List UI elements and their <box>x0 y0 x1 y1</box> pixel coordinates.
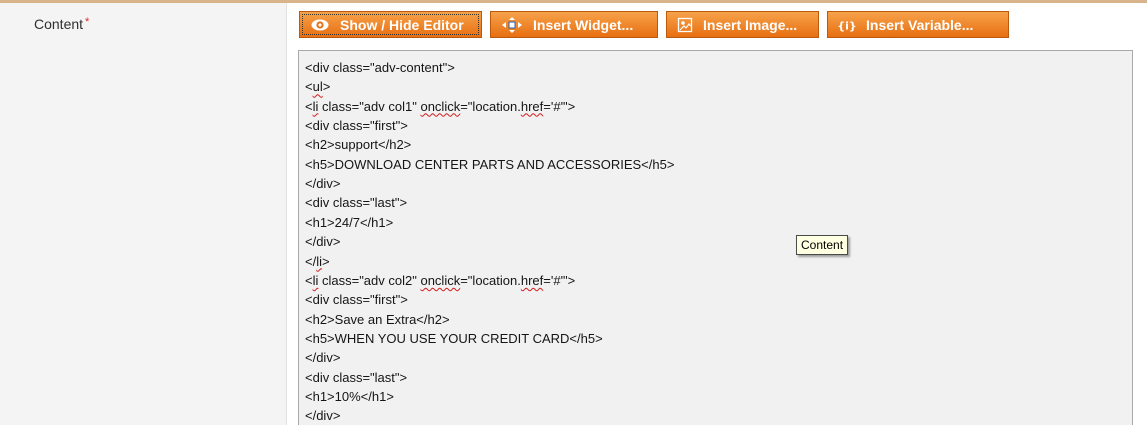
code-text: <div class="first"> <box>305 292 408 308</box>
code-text: <div class="first"> <box>305 118 408 134</box>
misspelled-word: onclick <box>420 272 461 288</box>
code-line: <div class="first"> <box>305 118 408 134</box>
content-field-row: Content * Show / Hide Editor Insert Widg… <box>0 0 1147 425</box>
code-line: <h5>WHEN YOU USE YOUR CREDIT CARD</h5> <box>305 331 603 347</box>
code-line: <h2>Save an Extra</h2> <box>305 312 450 328</box>
insert-widget-button[interactable]: Insert Widget... <box>490 11 658 38</box>
code-text: > <box>322 253 330 269</box>
insert-variable-button[interactable]: {i} Insert Variable... <box>827 11 1009 38</box>
code-line: <li class="adv col2" onclick="location.h… <box>305 273 575 289</box>
editor-toolbar: Show / Hide Editor Insert Widget... Inse… <box>299 11 1009 38</box>
image-icon <box>677 17 693 33</box>
code-line: <div class="last"> <box>305 370 407 386</box>
code-text: <h5>DOWNLOAD CENTER PARTS AND ACCESSORIE… <box>305 156 675 172</box>
code-line: </div> <box>305 176 340 192</box>
code-line: </div> <box>305 234 340 250</box>
code-text: ="location. <box>460 272 521 288</box>
show-hide-editor-label: Show / Hide Editor <box>340 16 464 33</box>
misspelled-word: onclick <box>420 98 461 114</box>
code-text: <div class="last"> <box>305 195 408 211</box>
insert-image-label: Insert Image... <box>703 16 798 33</box>
code-text: > <box>322 79 331 95</box>
code-text: <div class="last"> <box>305 369 408 385</box>
code-line: </div> <box>305 408 340 424</box>
code-text: </div> <box>305 176 341 192</box>
misspelled-word: ul <box>312 79 323 95</box>
code-line: <h1>10%</h1> <box>305 389 394 405</box>
svg-text:{i}: {i} <box>838 19 856 32</box>
code-text: < <box>305 272 313 288</box>
content-field-label: Content * <box>34 16 89 32</box>
widget-move-icon <box>501 16 523 33</box>
insert-image-button[interactable]: Insert Image... <box>666 11 819 38</box>
insert-variable-label: Insert Variable... <box>866 16 974 33</box>
code-text: ="location. <box>460 98 521 114</box>
code-line: <ul> <box>305 79 330 95</box>
code-text: < <box>305 79 313 95</box>
code-text: </div> <box>305 408 341 424</box>
variable-icon: {i} <box>838 17 856 33</box>
code-text: <div class="adv-content"> <box>305 60 455 75</box>
eye-icon <box>310 18 330 32</box>
code-line: <div class="first"> <box>305 292 408 308</box>
code-line: <div class="last"> <box>305 195 407 211</box>
code-text: </div> <box>305 234 341 250</box>
code-text: <h2>Save an Extra</h2> <box>305 311 450 327</box>
code-line: </li> <box>305 254 330 270</box>
code-text: <h1>24/7</h1> <box>305 214 394 230</box>
content-label-text: Content <box>34 16 84 32</box>
insert-widget-label: Insert Widget... <box>533 16 634 33</box>
code-text: </div> <box>305 350 341 366</box>
show-hide-editor-button[interactable]: Show / Hide Editor <box>299 11 482 38</box>
code-line: <h5>DOWNLOAD CENTER PARTS AND ACCESSORIE… <box>305 157 674 173</box>
code-text: <h1>10%</h1> <box>305 388 394 404</box>
field-label-cell: Content * <box>0 3 287 425</box>
misspelled-word: href <box>520 272 544 288</box>
code-text: <h2>support</h2> <box>305 137 412 153</box>
code-line: <li class="adv col1" onclick="location.h… <box>305 99 575 115</box>
code-text: class="adv col2" <box>318 272 421 288</box>
code-line: <div class="adv-content"> <box>305 60 455 76</box>
code-line: </div> <box>305 350 340 366</box>
code-text: class="adv col1" <box>318 98 421 114</box>
code-text: ='#'"> <box>543 98 576 114</box>
code-line: <h2>support</h2> <box>305 137 411 153</box>
required-asterisk: * <box>85 16 90 28</box>
code-text: </ <box>305 253 317 269</box>
code-text: ='#'"> <box>543 272 576 288</box>
code-text: < <box>305 98 313 114</box>
code-line: <h1>24/7</h1> <box>305 215 393 231</box>
code-text: <h5>WHEN YOU USE YOUR CREDIT CARD</h5> <box>305 330 603 346</box>
misspelled-word: href <box>520 98 544 114</box>
content-tooltip: Content <box>796 235 849 255</box>
content-textarea[interactable]: <div class="adv-content"> <ul> <li class="… <box>298 50 1133 425</box>
